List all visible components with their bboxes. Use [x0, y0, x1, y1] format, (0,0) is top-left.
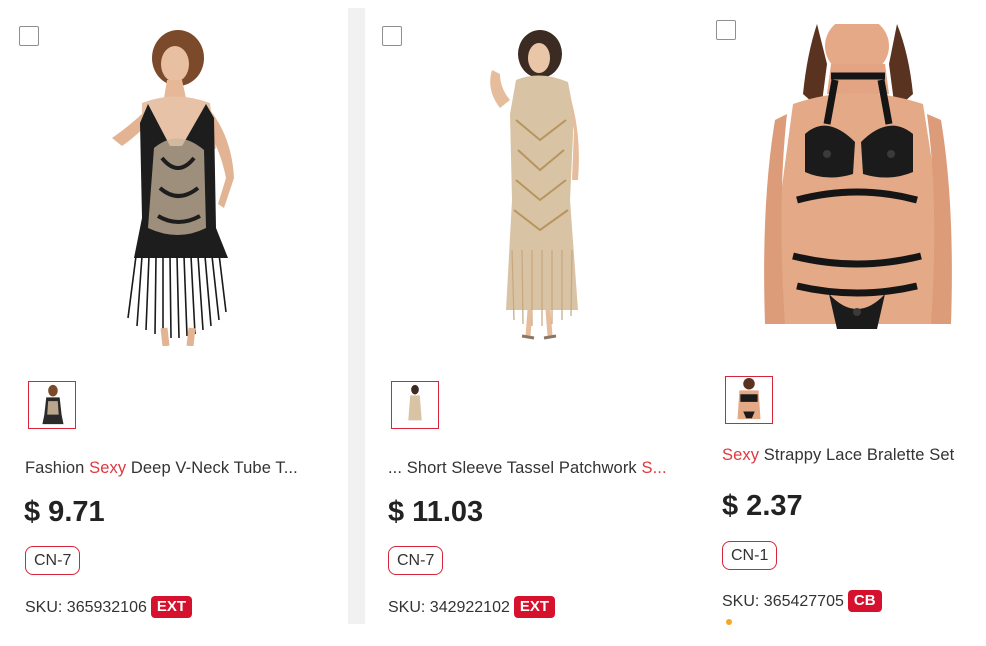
sku-line: SKU: 342922102 EXT: [388, 596, 556, 619]
select-checkbox[interactable]: [19, 26, 39, 46]
product-image[interactable]: [82, 28, 257, 346]
sku-line: SKU: 365427705 CB: [722, 590, 882, 613]
variant-image: [29, 382, 75, 428]
product-card: Fashion Sexy Deep V-Neck Tube T... $ 9.7…: [0, 8, 348, 624]
variant-image: [726, 377, 772, 423]
sku-tag: CB: [847, 590, 882, 612]
black-strappy-lace-bralette-set-image: [757, 24, 956, 332]
warehouse-badge: CN-7: [25, 546, 81, 575]
variant-thumbnail[interactable]: [725, 376, 773, 424]
sku-line: SKU: 365932106 EXT: [25, 596, 193, 619]
sku-label: SKU: 365932106: [25, 599, 147, 617]
product-price: $ 11.03: [388, 496, 484, 528]
warehouse-badge: CN-7: [388, 546, 444, 575]
select-checkbox[interactable]: [382, 26, 402, 46]
product-image[interactable]: [482, 30, 594, 343]
gold-sequin-tassel-dress-image: [482, 30, 594, 343]
black-sequin-fringe-dress-image: [82, 28, 257, 346]
warehouse-badge: CN-1: [722, 541, 778, 570]
product-title[interactable]: Sexy Strappy Lace Bralette Set: [722, 446, 984, 465]
product-title[interactable]: Fashion Sexy Deep V-Neck Tube T...: [25, 459, 325, 478]
product-card: Sexy Strappy Lace Bralette Set $ 2.37 CN…: [699, 0, 986, 625]
status-dot-icon: [726, 619, 732, 625]
sku-label: SKU: 365427705: [722, 593, 844, 611]
sku-label: SKU: 342922102: [388, 599, 510, 617]
variant-thumbnail[interactable]: [28, 381, 76, 429]
product-price: $ 2.37: [722, 490, 803, 522]
product-title[interactable]: ... Short Sleeve Tassel Patchwork S...: [388, 459, 690, 478]
variant-image: [392, 382, 438, 428]
select-checkbox[interactable]: [716, 20, 736, 40]
sku-tag: EXT: [150, 596, 193, 618]
variant-thumbnail[interactable]: [391, 381, 439, 429]
sku-tag: EXT: [513, 596, 556, 618]
product-image[interactable]: [757, 24, 956, 332]
product-card: ... Short Sleeve Tassel Patchwork S... $…: [365, 8, 699, 624]
product-price: $ 9.71: [24, 496, 105, 528]
column-divider: [348, 8, 365, 624]
